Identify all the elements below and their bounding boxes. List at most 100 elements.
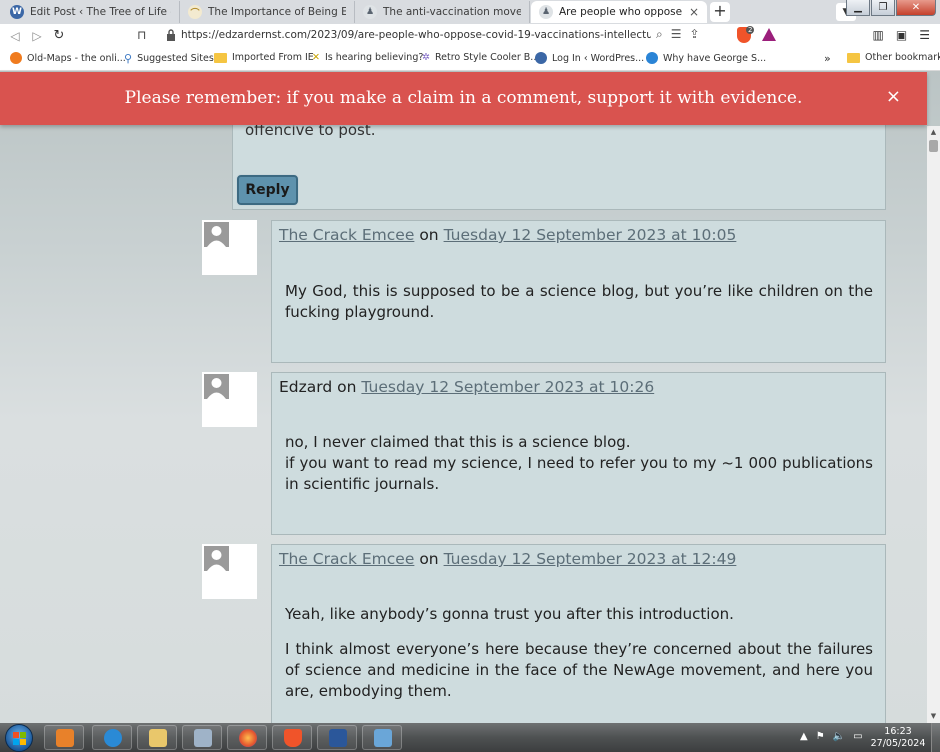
bookmark-wordpress-login[interactable]: Log In ‹ WordPres... (535, 52, 644, 64)
comment-3: The Crack Emcee on Tuesday 12 September … (271, 544, 886, 723)
folder-icon (149, 729, 167, 747)
system-tray: ▲ ⚑ 🔈 ▭ (800, 731, 863, 742)
avatar (202, 372, 257, 427)
site-favicon-icon: ⌒ (188, 5, 202, 19)
taskbar-media-player[interactable] (44, 725, 84, 750)
bookmark-retro-cooler[interactable]: ✲ Retro Style Cooler B... (422, 52, 539, 63)
comment-date-link[interactable]: Tuesday 12 September 2023 at 10:05 (444, 226, 737, 244)
scroll-up-icon[interactable]: ▲ (927, 126, 940, 139)
wallet-icon[interactable]: ▣ (896, 28, 907, 42)
taskbar-firefox[interactable] (227, 725, 267, 750)
reply-button[interactable]: Reply (237, 175, 298, 205)
comment-body: My God, this is supposed to be a science… (285, 282, 873, 321)
default-avatar-icon (204, 374, 229, 399)
brave-icon (284, 729, 302, 747)
network-icon[interactable]: ▭ (853, 731, 862, 742)
comment-date-link[interactable]: Tuesday 12 September 2023 at 12:49 (444, 550, 737, 568)
comment-body: no, I never claimed that this is a scien… (285, 433, 873, 493)
clock-date: 27/05/2024 (870, 738, 926, 749)
avatar (202, 220, 257, 275)
comment-body: Yeah, like anybody’s gonna trust you aft… (285, 605, 873, 700)
flag-icon[interactable]: ⚑ (816, 731, 825, 742)
avatar (202, 544, 257, 599)
taskbar-brave[interactable] (272, 725, 312, 750)
internet-explorer-icon (104, 729, 122, 747)
close-tab-icon[interactable]: × (689, 5, 699, 19)
comment-date-link[interactable]: Tuesday 12 September 2023 at 10:26 (361, 378, 654, 396)
vertical-scrollbar[interactable]: ▲ ▼ (927, 126, 940, 723)
start-button[interactable] (5, 724, 33, 752)
bookmark-why-have-george[interactable]: Why have George S... (646, 52, 766, 64)
comment-meta: Edzard on Tuesday 12 September 2023 at 1… (279, 378, 655, 396)
scroll-down-icon[interactable]: ▼ (927, 710, 940, 723)
clock-time: 16:23 (884, 726, 912, 737)
word-icon (329, 729, 347, 747)
zoom-icon[interactable]: ⌕ (656, 27, 663, 42)
lock-icon[interactable] (166, 29, 176, 41)
minimize-button[interactable]: ▁ (846, 0, 870, 16)
tab-covid-article[interactable]: ♟ Are people who oppose COVID-19 × (531, 1, 707, 23)
scrollbar-thumb[interactable] (929, 140, 938, 152)
toolbar: ◁ ▷ ↻ ⊓ https://edzardernst.com/2023/09/… (0, 24, 940, 47)
comment-1: The Crack Emcee on Tuesday 12 September … (271, 220, 886, 363)
comment-policy-banner: Please remember: if you make a claim in … (0, 72, 927, 125)
default-avatar-icon (204, 222, 229, 247)
menu-icon[interactable]: ☰ (919, 28, 930, 42)
taskbar-internet-explorer[interactable] (92, 725, 132, 750)
taskbar-word[interactable] (317, 725, 357, 750)
folder-icon (214, 52, 227, 63)
bookmark-suggested-sites[interactable]: ⚲ Suggested Sites (124, 52, 214, 65)
tab-importance-of-being-ernst[interactable]: ⌒ The Importance of Being Ernst – Edzard (180, 1, 355, 23)
sidebar-icon[interactable]: ▥ (873, 28, 884, 42)
bookmark-hearing-believing[interactable]: ✕ Is hearing believing? (312, 52, 423, 63)
site-favicon-icon (646, 52, 658, 64)
bookmark-imported-from-ie[interactable]: Imported From IE (214, 52, 314, 63)
wordpress-icon: W (10, 5, 24, 19)
taskbar-file-explorer[interactable] (137, 725, 177, 750)
show-hidden-icons[interactable]: ▲ (800, 731, 808, 742)
windows-logo-icon (13, 739, 19, 745)
close-icon[interactable]: × (886, 86, 901, 107)
firefox-icon (239, 729, 257, 747)
volume-icon[interactable]: 🔈 (833, 731, 845, 742)
taskbar-calculator[interactable] (182, 725, 222, 750)
gear-icon: ✲ (422, 52, 430, 63)
author-link[interactable]: The Crack Emcee (279, 226, 414, 244)
other-bookmarks-folder[interactable]: Other bookmarks (847, 52, 940, 63)
brave-rewards-icon[interactable] (762, 28, 776, 41)
bookmark-icon[interactable]: ⊓ (137, 28, 146, 42)
comment-meta: The Crack Emcee on Tuesday 12 September … (279, 226, 737, 244)
person-icon: ♟ (539, 5, 553, 19)
default-avatar-icon (204, 546, 229, 571)
windows-logo-icon (13, 732, 19, 738)
tab-anti-vaccination[interactable]: ♟ The anti-vaccination movement is fina (355, 1, 530, 23)
person-icon: ♟ (363, 5, 377, 19)
taskbar-remote-desktop[interactable] (362, 725, 402, 750)
back-icon[interactable]: ◁ (4, 29, 26, 43)
window-controls: ▁ ❐ ✕ (846, 0, 936, 16)
author-link[interactable]: The Crack Emcee (279, 550, 414, 568)
more-bookmarks-icon[interactable]: » (824, 52, 831, 65)
comment-meta: The Crack Emcee on Tuesday 12 September … (279, 550, 737, 568)
windows-logo-icon (20, 732, 26, 738)
reload-icon[interactable]: ↻ (48, 28, 70, 43)
address-input[interactable]: https://edzardernst.com/2023/09/are-peop… (181, 29, 651, 41)
bookmark-old-maps[interactable]: Old-Maps - the onli... (10, 52, 126, 64)
calculator-icon (194, 729, 212, 747)
system-clock[interactable]: 16:23 27/05/2024 (868, 726, 928, 750)
maximize-button[interactable]: ❐ (871, 0, 895, 16)
reader-mode-icon[interactable]: ☰ (671, 27, 682, 42)
previous-comment: offencive to post. Reply (232, 110, 886, 210)
tab-edit-post[interactable]: W Edit Post ‹ The Tree of Life — WordPre… (2, 1, 180, 23)
bookmarks-bar: Old-Maps - the onli... ⚲ Suggested Sites… (0, 47, 940, 71)
old-maps-icon (10, 52, 22, 64)
search-icon: ⚲ (124, 52, 133, 65)
close-window-button[interactable]: ✕ (896, 0, 936, 16)
new-tab-button[interactable]: + (710, 2, 730, 22)
wordpress-icon (535, 52, 547, 64)
forward-icon[interactable]: ▷ (26, 29, 48, 43)
tab-strip: W Edit Post ‹ The Tree of Life — WordPre… (0, 0, 940, 24)
share-icon[interactable]: ⇪ (690, 27, 700, 42)
shields-count-badge: 2 (746, 26, 755, 34)
show-desktop-button[interactable] (931, 723, 940, 752)
